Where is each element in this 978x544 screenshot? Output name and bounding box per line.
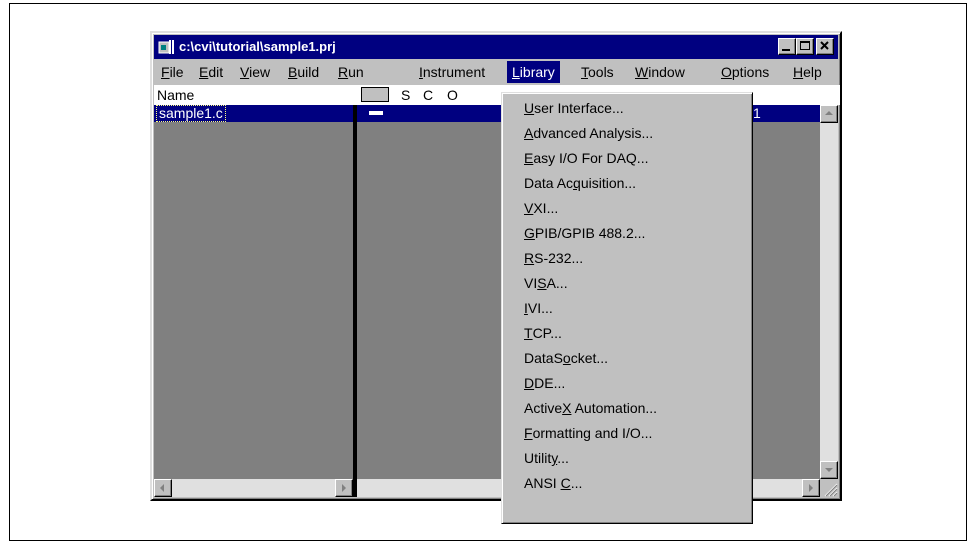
menu-item-easy-io-daq[interactable]: Easy I/O For DAQ... xyxy=(524,147,648,170)
scroll-right-button-left-pane[interactable] xyxy=(335,479,353,497)
file-status-bar xyxy=(369,111,383,115)
close-button[interactable] xyxy=(816,38,834,55)
menu-item-activex-automation[interactable]: ActiveX Automation... xyxy=(524,397,657,420)
scroll-right-button[interactable] xyxy=(802,479,820,497)
arrow-right-icon xyxy=(342,484,346,492)
menu-library[interactable]: Library xyxy=(507,61,560,83)
menu-item-vxi[interactable]: VXI... xyxy=(524,197,558,220)
menu-build[interactable]: Build xyxy=(288,64,319,80)
menu-tools[interactable]: Tools xyxy=(581,64,614,80)
menu-edit[interactable]: Edit xyxy=(199,64,223,80)
title-bar[interactable]: c:\cvi\tutorial\sample1.prj xyxy=(154,35,838,59)
menu-item-tcp[interactable]: TCP... xyxy=(524,322,562,345)
menu-item-visa[interactable]: VISA... xyxy=(524,272,568,295)
menu-bar: File Edit View Build Run Instrument Libr… xyxy=(154,61,838,83)
vertical-scrollbar[interactable] xyxy=(820,105,838,479)
scroll-up-button[interactable] xyxy=(820,105,838,123)
menu-file[interactable]: File xyxy=(161,64,184,80)
arrow-right-icon xyxy=(809,484,813,492)
column-header-s[interactable]: S xyxy=(401,87,410,103)
menu-item-data-acquisition[interactable]: Data Acquisition... xyxy=(524,172,636,195)
minimize-icon xyxy=(782,49,790,51)
menu-item-formatting-io[interactable]: Formatting and I/O... xyxy=(524,422,652,445)
resize-grip[interactable] xyxy=(820,479,838,497)
menu-item-advanced-analysis[interactable]: Advanced Analysis... xyxy=(524,122,653,145)
arrow-left-icon xyxy=(160,484,164,492)
menu-item-datasocket[interactable]: DataSocket... xyxy=(524,347,608,370)
maximize-button[interactable] xyxy=(796,38,814,55)
column-header-c[interactable]: C xyxy=(423,87,433,103)
column-header-o[interactable]: O xyxy=(447,87,458,103)
menu-options[interactable]: Options xyxy=(721,64,769,80)
menu-item-ivi[interactable]: IVI... xyxy=(524,297,553,320)
table-row[interactable]: sample1.c xyxy=(154,105,353,122)
file-row-number: 1 xyxy=(753,105,761,121)
close-icon xyxy=(820,41,829,50)
menu-item-dde[interactable]: DDE... xyxy=(524,372,565,395)
column-header-name[interactable]: Name xyxy=(157,87,194,103)
menu-run[interactable]: Run xyxy=(338,64,364,80)
menu-window[interactable]: Window xyxy=(635,64,685,80)
menu-item-utility[interactable]: Utility... xyxy=(524,447,569,470)
minimize-button[interactable] xyxy=(778,38,796,55)
menu-help[interactable]: Help xyxy=(793,64,822,80)
project-app-icon xyxy=(158,40,174,54)
arrow-up-icon xyxy=(825,111,833,115)
horizontal-scrollbar-left[interactable] xyxy=(154,479,353,497)
library-menu-dropdown: User Interface... Advanced Analysis... E… xyxy=(501,92,753,524)
scroll-down-button[interactable] xyxy=(820,461,838,479)
menu-instrument[interactable]: Instrument xyxy=(419,64,485,80)
window-title: c:\cvi\tutorial\sample1.prj xyxy=(179,39,336,54)
scroll-left-button[interactable] xyxy=(154,479,172,497)
menu-item-user-interface[interactable]: User Interface... xyxy=(524,97,624,120)
file-name-cell[interactable]: sample1.c xyxy=(156,105,226,122)
menu-item-gpib[interactable]: GPIB/GPIB 488.2... xyxy=(524,222,645,245)
menu-view[interactable]: View xyxy=(240,64,270,80)
maximize-icon xyxy=(800,41,810,50)
resize-grip-icon xyxy=(824,483,838,497)
column-header-box[interactable] xyxy=(361,87,389,102)
menu-item-rs232[interactable]: RS-232... xyxy=(524,247,583,270)
arrow-down-icon xyxy=(825,468,833,472)
menu-item-ansi-c[interactable]: ANSI C... xyxy=(524,472,582,495)
file-list-name-pane: sample1.c xyxy=(154,105,353,479)
